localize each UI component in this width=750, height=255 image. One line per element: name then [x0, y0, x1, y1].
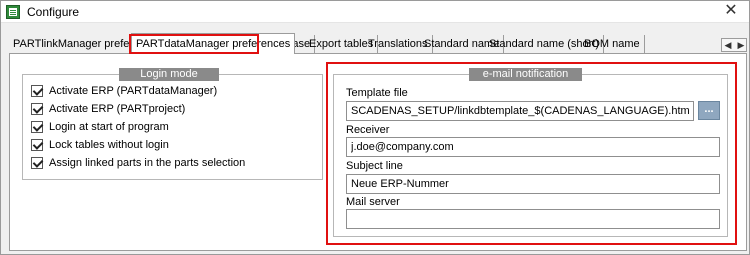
- close-button[interactable]: ✕: [721, 2, 741, 22]
- subject-line-input[interactable]: [346, 174, 720, 194]
- app-icon: [6, 5, 20, 19]
- tab-partdatamanager-preferences[interactable]: PARTdataManager preferences: [131, 33, 296, 54]
- tab-bom-name[interactable]: BOM name: [580, 35, 645, 53]
- checkbox-label: Activate ERP (PARTdataManager): [49, 85, 218, 97]
- title-bar: Configure ✕: [1, 1, 749, 23]
- subject-line-label: Subject line: [346, 160, 403, 172]
- browse-button[interactable]: ...: [698, 101, 720, 120]
- configure-window: Configure ✕ PARTlinkManager preferences …: [0, 0, 750, 255]
- login-mode-group: Login mode Activate ERP (PARTdataManager…: [22, 68, 323, 180]
- mail-server-input[interactable]: [346, 209, 720, 229]
- checkbox-checked-icon[interactable]: [31, 139, 43, 151]
- window-title: Configure: [27, 5, 80, 19]
- tab-strip: PARTlinkManager preferences PARTdataMana…: [9, 33, 749, 54]
- checkbox-checked-icon[interactable]: [31, 85, 43, 97]
- receiver-input[interactable]: [346, 137, 720, 157]
- chevron-right-icon[interactable]: ▶: [735, 38, 747, 52]
- login-mode-title: Login mode: [119, 68, 219, 81]
- checkbox-checked-icon[interactable]: [31, 157, 43, 169]
- checkbox-checked-icon[interactable]: [31, 103, 43, 115]
- mail-server-label: Mail server: [346, 196, 400, 208]
- email-notification-group: e-mail notification Template file ... Re…: [333, 68, 728, 237]
- tab-scroll-buttons: ◀ ▶: [721, 38, 747, 52]
- checkbox-label: Activate ERP (PARTproject): [49, 103, 186, 115]
- email-notification-title: e-mail notification: [469, 68, 582, 81]
- receiver-label: Receiver: [346, 124, 390, 136]
- checkbox-label: Lock tables without login: [49, 139, 169, 151]
- chevron-left-icon[interactable]: ◀: [722, 38, 734, 52]
- template-file-input[interactable]: [346, 101, 694, 121]
- template-file-label: Template file: [346, 87, 408, 99]
- checkbox-checked-icon[interactable]: [31, 121, 43, 133]
- tab-panel: Login mode Activate ERP (PARTdataManager…: [9, 53, 747, 251]
- checkbox-label: Login at start of program: [49, 121, 169, 133]
- checkbox-label: Assign linked parts in the parts selecti…: [49, 157, 246, 169]
